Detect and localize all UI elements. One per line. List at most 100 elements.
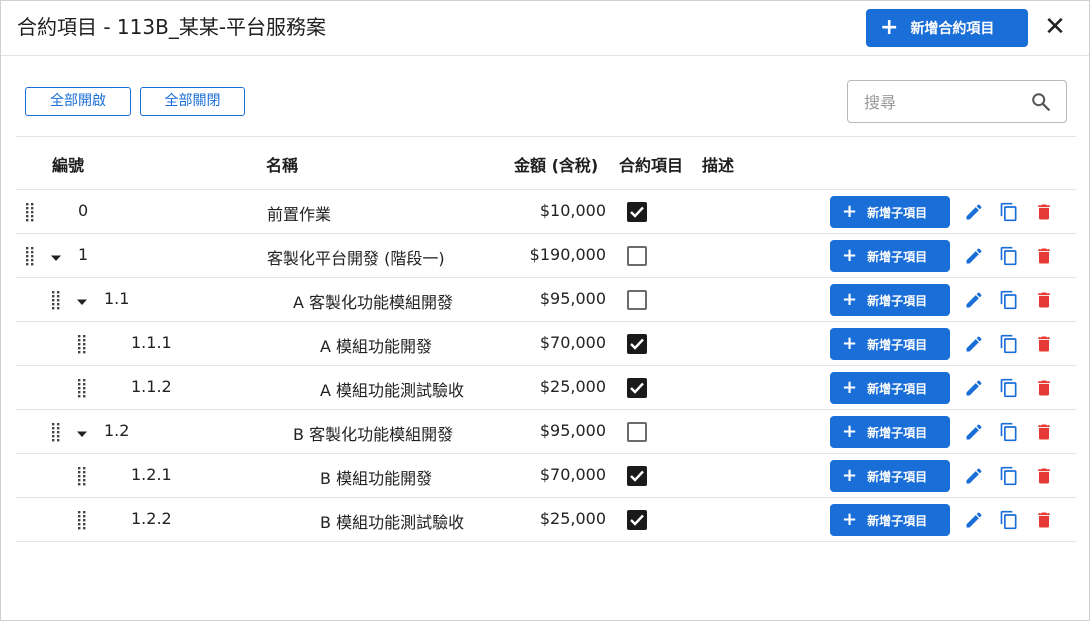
row-name: A 模組功能測試驗收 xyxy=(320,381,465,400)
pencil-icon[interactable] xyxy=(964,202,984,222)
add-contract-item-label: 新增合約項目 xyxy=(910,21,995,37)
add-child-item-button[interactable]: + 新增子項目 xyxy=(830,240,950,272)
contract-item-checkbox[interactable] xyxy=(627,510,647,530)
dialog-header: 合約項目 - 113B_某某-平台服務案 + 新增合約項目 ✕ xyxy=(1,1,1089,56)
collapse-all-button[interactable]: 全部關閉 xyxy=(140,87,245,116)
add-child-item-label: 新增子項目 xyxy=(867,249,928,264)
column-number: 編號 xyxy=(52,156,85,175)
plus-icon: + xyxy=(842,465,858,486)
row-number: 1.1.1 xyxy=(131,333,172,352)
contract-item-checkbox[interactable] xyxy=(627,246,647,266)
caret-down-icon[interactable] xyxy=(76,293,88,305)
trash-icon[interactable] xyxy=(1034,378,1054,398)
pencil-icon[interactable] xyxy=(964,466,984,486)
column-amount: 金額 (含稅) xyxy=(514,156,599,175)
expand-all-button[interactable]: 全部開啟 xyxy=(25,87,131,116)
drag-handle-icon[interactable] xyxy=(51,421,61,443)
table-row: 0 前置作業 $10,000 + 新增子項目 xyxy=(16,190,1076,234)
row-amount: $95,000 xyxy=(539,421,606,440)
table-row: 1.1.1 A 模組功能開發 $70,000 + 新增子項目 xyxy=(16,322,1076,366)
trash-icon[interactable] xyxy=(1034,510,1054,530)
drag-handle-icon[interactable] xyxy=(77,509,87,531)
row-number: 1.1 xyxy=(104,289,130,308)
add-child-item-button[interactable]: + 新增子項目 xyxy=(830,196,950,228)
add-child-item-button[interactable]: + 新增子項目 xyxy=(830,328,950,360)
copy-icon[interactable] xyxy=(999,422,1019,442)
table-row: 1 客製化平台開發 (階段一) $190,000 + 新增子項目 xyxy=(16,234,1076,278)
copy-icon[interactable] xyxy=(999,378,1019,398)
copy-icon[interactable] xyxy=(999,202,1019,222)
table-row: 1.1.2 A 模組功能測試驗收 $25,000 + 新增子項目 xyxy=(16,366,1076,410)
trash-icon[interactable] xyxy=(1034,290,1054,310)
dialog-title: 合約項目 - 113B_某某-平台服務案 xyxy=(17,15,327,39)
row-name: 前置作業 xyxy=(267,205,332,224)
contract-item-checkbox[interactable] xyxy=(627,290,647,310)
drag-handle-icon[interactable] xyxy=(77,465,87,487)
contract-item-checkbox[interactable] xyxy=(627,202,647,222)
column-name: 名稱 xyxy=(266,156,299,175)
row-amount: $70,000 xyxy=(539,465,606,484)
add-child-item-button[interactable]: + 新增子項目 xyxy=(830,460,950,492)
contract-item-checkbox[interactable] xyxy=(627,378,647,398)
drag-handle-icon[interactable] xyxy=(77,377,87,399)
row-name: B 模組功能測試驗收 xyxy=(320,513,465,532)
pencil-icon[interactable] xyxy=(964,246,984,266)
copy-icon[interactable] xyxy=(999,334,1019,354)
drag-handle-icon[interactable] xyxy=(25,245,35,267)
add-child-item-button[interactable]: + 新增子項目 xyxy=(830,372,950,404)
row-number: 1.2 xyxy=(104,421,130,440)
trash-icon[interactable] xyxy=(1034,246,1054,266)
contract-item-checkbox[interactable] xyxy=(627,422,647,442)
pencil-icon[interactable] xyxy=(964,334,984,354)
close-icon[interactable]: ✕ xyxy=(1041,13,1069,41)
row-number: 1.2.2 xyxy=(131,509,172,528)
plus-icon: + xyxy=(842,509,858,530)
plus-icon: + xyxy=(842,421,858,442)
add-child-item-button[interactable]: + 新增子項目 xyxy=(830,416,950,448)
row-name: A 客製化功能模組開發 xyxy=(293,293,454,312)
add-contract-item-button[interactable]: + 新增合約項目 xyxy=(866,9,1028,47)
table-row: 1.2 B 客製化功能模組開發 $95,000 + 新增子項目 xyxy=(16,410,1076,454)
trash-icon[interactable] xyxy=(1034,202,1054,222)
row-amount: $70,000 xyxy=(539,333,606,352)
plus-icon: + xyxy=(842,245,858,266)
pencil-icon[interactable] xyxy=(964,290,984,310)
drag-handle-icon[interactable] xyxy=(77,333,87,355)
trash-icon[interactable] xyxy=(1034,422,1054,442)
table-row: 1.1 A 客製化功能模組開發 $95,000 + 新增子項目 xyxy=(16,278,1076,322)
add-child-item-label: 新增子項目 xyxy=(867,337,928,352)
copy-icon[interactable] xyxy=(999,246,1019,266)
pencil-icon[interactable] xyxy=(964,422,984,442)
add-child-item-button[interactable]: + 新增子項目 xyxy=(830,284,950,316)
row-amount: $95,000 xyxy=(539,289,606,308)
caret-down-icon[interactable] xyxy=(76,425,88,437)
row-number: 0 xyxy=(78,201,89,220)
search-input[interactable] xyxy=(864,89,1024,115)
trash-icon[interactable] xyxy=(1034,334,1054,354)
copy-icon[interactable] xyxy=(999,510,1019,530)
row-name: B 模組功能開發 xyxy=(320,469,433,488)
plus-icon: + xyxy=(842,377,858,398)
add-child-item-label: 新增子項目 xyxy=(867,513,928,528)
add-child-item-label: 新增子項目 xyxy=(867,205,928,220)
search-icon[interactable] xyxy=(1030,91,1052,113)
contract-item-checkbox[interactable] xyxy=(627,466,647,486)
row-name: B 客製化功能模組開發 xyxy=(293,425,454,444)
copy-icon[interactable] xyxy=(999,466,1019,486)
drag-handle-icon[interactable] xyxy=(51,289,61,311)
row-name: A 模組功能開發 xyxy=(320,337,433,356)
add-child-item-label: 新增子項目 xyxy=(867,425,928,440)
plus-icon: + xyxy=(880,15,899,40)
trash-icon[interactable] xyxy=(1034,466,1054,486)
drag-handle-icon[interactable] xyxy=(25,201,35,223)
pencil-icon[interactable] xyxy=(964,378,984,398)
copy-icon[interactable] xyxy=(999,290,1019,310)
add-child-item-label: 新增子項目 xyxy=(867,469,928,484)
row-amount: $25,000 xyxy=(539,377,606,396)
search-box xyxy=(847,80,1067,123)
contract-item-checkbox[interactable] xyxy=(627,334,647,354)
add-child-item-label: 新增子項目 xyxy=(867,293,928,308)
pencil-icon[interactable] xyxy=(964,510,984,530)
add-child-item-button[interactable]: + 新增子項目 xyxy=(830,504,950,536)
caret-down-icon[interactable] xyxy=(50,249,62,261)
